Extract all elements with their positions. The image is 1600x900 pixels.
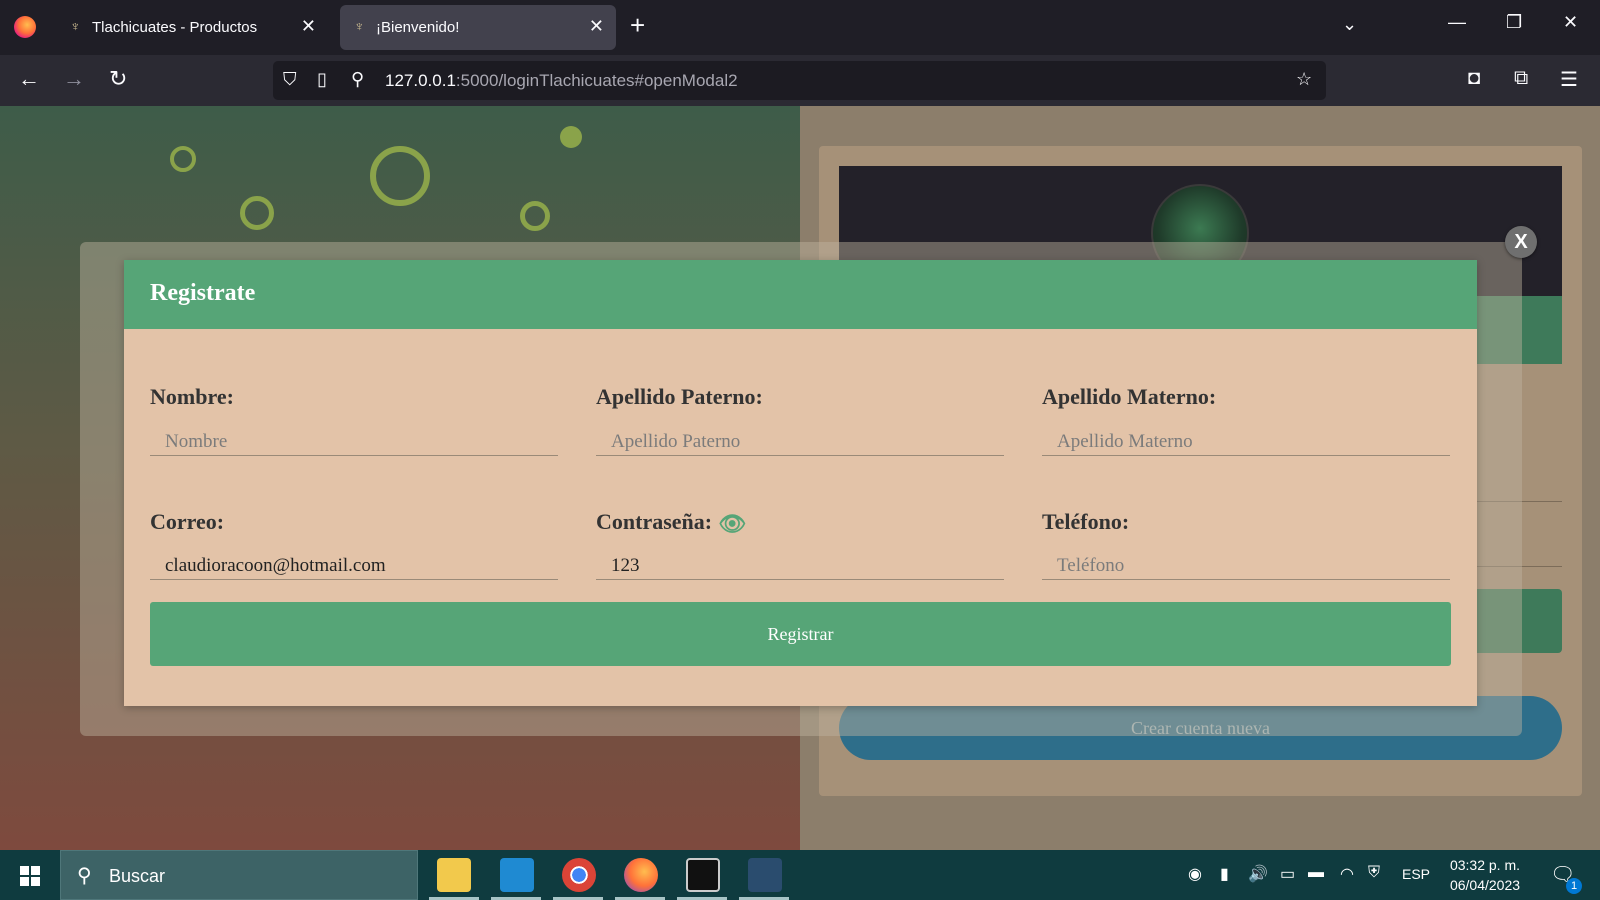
wifi-icon[interactable]: ◠	[1340, 864, 1354, 884]
tab-productos[interactable]: ♆ Tlachicuates - Productos ✕	[56, 5, 328, 50]
search-icon: ⚲	[77, 865, 92, 887]
field-apellido-materno: Apellido Materno:	[1042, 384, 1450, 456]
tab-title: Tlachicuates - Productos	[92, 19, 258, 36]
language-indicator[interactable]: ESP	[1402, 866, 1430, 882]
browser-tab-bar: ♆ Tlachicuates - Productos ✕ ♆ ¡Bienveni…	[0, 0, 1600, 55]
file-explorer-icon[interactable]	[437, 858, 471, 892]
ornament-circle	[170, 146, 196, 172]
page-content: Crear cuenta nueva X Registrate Nombre: …	[0, 106, 1600, 850]
bookmark-star-icon[interactable]: ☆	[1296, 69, 1312, 90]
new-tab-icon[interactable]: +	[630, 12, 645, 38]
correo-label: Correo:	[150, 509, 225, 534]
correo-input[interactable]	[150, 552, 558, 580]
usb-icon[interactable]: ▮	[1220, 864, 1229, 884]
contrasena-label-row: Contraseña: 👁	[596, 509, 1004, 537]
security-shield-icon[interactable]: ⛨	[1368, 864, 1380, 882]
contrasena-label: Contraseña:	[596, 509, 713, 534]
tab-close-icon[interactable]: ✕	[589, 16, 604, 37]
modal-title: Registrate	[150, 280, 256, 306]
nombre-input[interactable]	[150, 428, 558, 456]
firefox-menu-icon[interactable]	[14, 16, 36, 38]
windows-taskbar: ⚲ Buscar ◉ ▮ 🔊 ▭ ▬ ◠ ⛨ ESP 03:32 p. m. 0…	[0, 850, 1600, 900]
registrar-button[interactable]: Registrar	[150, 602, 1451, 666]
terminal-icon[interactable]	[686, 858, 720, 892]
url-host: 127.0.0.1	[385, 71, 456, 90]
battery-icon[interactable]: ▬	[1308, 864, 1324, 882]
pocket-icon[interactable]: ◘	[1468, 67, 1480, 90]
modal-header: Registrate	[124, 260, 1477, 329]
extensions-icon[interactable]: ⧉	[1514, 67, 1528, 90]
permissions-icon[interactable]: ⚲	[351, 69, 364, 90]
minimize-icon[interactable]: —	[1448, 12, 1466, 33]
field-apellido-paterno: Apellido Paterno:	[596, 384, 1004, 456]
clock-date: 06/04/2023	[1449, 877, 1521, 893]
vscode-icon[interactable]	[500, 858, 534, 892]
system-clock[interactable]: 03:32 p. m. 06/04/2023	[1440, 855, 1530, 895]
telefono-label: Teléfono:	[1042, 509, 1130, 534]
restore-icon[interactable]: ❐	[1506, 12, 1522, 33]
taskbar-search-placeholder: Buscar	[109, 866, 166, 886]
forward-icon[interactable]: →	[63, 66, 85, 92]
apellido-paterno-input[interactable]	[596, 428, 1004, 456]
apellido-materno-input[interactable]	[1042, 428, 1450, 456]
tab-close-icon[interactable]: ✕	[301, 16, 316, 37]
field-nombre: Nombre:	[150, 384, 558, 456]
modal-close-button[interactable]: X	[1505, 226, 1537, 258]
volume-icon[interactable]: 🔊	[1248, 864, 1268, 884]
apellido-materno-label: Apellido Materno:	[1042, 384, 1217, 409]
ornament-circle	[520, 201, 550, 231]
shield-icon[interactable]: ⛉	[283, 69, 297, 90]
chrome-icon[interactable]	[562, 858, 596, 892]
tab-title: ¡Bienvenido!	[376, 19, 460, 36]
firefox-icon[interactable]	[624, 858, 658, 892]
menu-hamburger-icon[interactable]: ☰	[1560, 67, 1578, 92]
notification-count-badge: 1	[1566, 878, 1582, 894]
reload-icon[interactable]: ↻	[109, 66, 127, 92]
browser-nav-bar: ← → ↻ ⛉ ▯ ⚲ 127.0.0.1:5000/loginTlachicu…	[0, 55, 1600, 106]
url-path: :5000/loginTlachicuates#openModal2	[455, 71, 738, 90]
chrome-tray-icon[interactable]: ◉	[1188, 864, 1202, 884]
display-icon[interactable]: ▭	[1280, 864, 1295, 884]
nombre-label: Nombre:	[150, 384, 234, 409]
field-telefono: Teléfono:	[1042, 509, 1450, 580]
list-all-tabs-icon[interactable]: ⌄	[1342, 14, 1357, 35]
show-password-eye-icon[interactable]: 👁	[718, 511, 746, 537]
ornament-dot	[560, 126, 582, 148]
taskbar-search[interactable]: ⚲ Buscar	[60, 850, 418, 900]
contrasena-input[interactable]	[596, 552, 1004, 580]
ornament-circle	[370, 146, 430, 206]
telefono-input[interactable]	[1042, 552, 1450, 580]
mysql-workbench-icon[interactable]	[748, 858, 782, 892]
field-correo: Correo:	[150, 509, 558, 580]
url-text[interactable]: 127.0.0.1:5000/loginTlachicuates#openMod…	[385, 71, 738, 91]
tab-favicon-icon: ♆	[70, 18, 81, 34]
register-modal: Registrate Nombre: Apellido Paterno: Ape…	[124, 260, 1477, 706]
page-info-icon[interactable]: ▯	[317, 69, 327, 90]
field-contrasena: Contraseña: 👁	[596, 509, 1004, 580]
address-bar[interactable]: ⛉ ▯ ⚲ 127.0.0.1:5000/loginTlachicuates#o…	[273, 61, 1326, 100]
tab-favicon-icon: ♆	[354, 18, 365, 34]
windows-start-icon[interactable]	[20, 866, 40, 886]
tab-bienvenido[interactable]: ♆ ¡Bienvenido! ✕	[340, 5, 616, 50]
ornament-circle	[240, 196, 274, 230]
window-close-icon[interactable]: ✕	[1563, 12, 1578, 33]
back-icon[interactable]: ←	[18, 66, 40, 92]
apellido-paterno-label: Apellido Paterno:	[596, 384, 763, 409]
clock-time: 03:32 p. m.	[1449, 857, 1521, 873]
